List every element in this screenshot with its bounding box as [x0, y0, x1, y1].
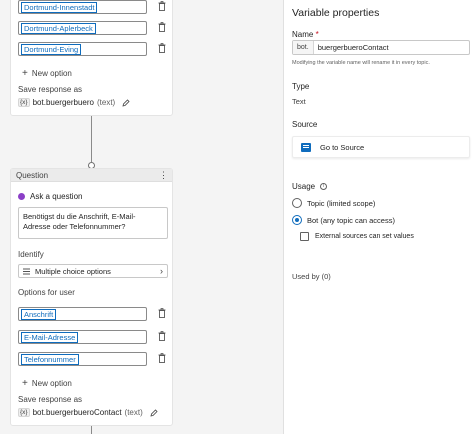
trash-icon[interactable]	[158, 43, 166, 53]
go-to-source-label: Go to Source	[320, 142, 365, 152]
option-row: Dortmund-Eving	[18, 42, 168, 56]
name-prefix: bot.	[293, 41, 314, 54]
trash-icon[interactable]	[158, 331, 166, 341]
trash-icon[interactable]	[158, 353, 166, 363]
connector-line	[91, 426, 92, 434]
usage-label-text: Usage	[292, 182, 316, 191]
radio-bot-label: Bot (any topic can access)	[307, 215, 395, 225]
source-icon	[301, 142, 311, 152]
question-node-header: Question ⋮	[11, 169, 172, 182]
multiple-choice-icon	[23, 268, 30, 274]
variable-reference[interactable]: {x} bot.buergerbuero (text)	[18, 98, 130, 107]
radio-button[interactable]	[292, 198, 302, 208]
new-option-button[interactable]: + New option	[22, 68, 72, 79]
trash-icon[interactable]	[158, 308, 166, 318]
trash-icon[interactable]	[158, 1, 166, 11]
question-node-previous: Dortmund-Innenstadt Dortmund-Aplerbeck D…	[10, 0, 173, 116]
new-option-label: New option	[31, 69, 72, 78]
identify-value: Multiple choice options	[35, 266, 111, 276]
node-title: Question	[16, 171, 49, 180]
pencil-icon[interactable]	[122, 98, 130, 107]
save-response-label: Save response as	[18, 395, 83, 404]
variable-properties-panel: Variable properties Name * bot. buergerb…	[283, 0, 474, 434]
option-row: Dortmund-Innenstadt	[18, 0, 168, 14]
ask-question-icon	[18, 193, 25, 200]
variable-type: (text)	[124, 408, 143, 417]
save-response-label: Save response as	[18, 85, 83, 94]
plus-icon: +	[22, 68, 28, 79]
radio-topic-label: Topic (limited scope)	[307, 198, 376, 208]
source-label: Source	[292, 120, 318, 129]
option-input[interactable]: E-Mail-Adresse	[18, 330, 147, 344]
usage-label: Usage i	[292, 182, 328, 191]
identify-selector[interactable]: Multiple choice options ›	[18, 264, 168, 278]
new-option-button[interactable]: + New option	[22, 378, 72, 389]
option-chip: Telefonnummer	[21, 354, 79, 365]
option-input[interactable]: Anschrift	[18, 307, 147, 321]
variable-name: bot.buergerbueroContact	[32, 408, 122, 417]
panel-title: Variable properties	[292, 7, 380, 19]
option-chip: Dortmund-Aplerbeck	[21, 23, 96, 34]
option-input[interactable]: Dortmund-Aplerbeck	[18, 21, 147, 35]
external-sources-checkbox-row[interactable]: External sources can set values	[300, 232, 414, 241]
option-chip: Anschrift	[21, 309, 57, 320]
option-chip: Dortmund-Eving	[21, 44, 82, 55]
connector-line	[91, 116, 92, 162]
trash-icon[interactable]	[158, 22, 166, 32]
question-node[interactable]: Question ⋮ Ask a question Benötigst du d…	[10, 168, 173, 426]
radio-bot-scope[interactable]: Bot (any topic can access)	[292, 215, 395, 225]
option-input[interactable]: Telefonnummer	[18, 352, 147, 366]
option-row: Anschrift	[18, 307, 168, 321]
variable-name: bot.buergerbuero	[32, 98, 94, 107]
type-label: Type	[292, 82, 310, 91]
variable-type: (text)	[96, 98, 116, 107]
identify-label: Identify	[18, 250, 44, 259]
go-to-source-button[interactable]: Go to Source	[292, 136, 470, 158]
pencil-icon[interactable]	[150, 408, 158, 417]
external-sources-checkbox[interactable]	[300, 232, 309, 241]
option-chip: Dortmund-Innenstadt	[21, 2, 98, 13]
name-label: Name *	[292, 30, 319, 39]
info-icon[interactable]: i	[320, 183, 328, 191]
option-input[interactable]: Dortmund-Eving	[18, 42, 147, 56]
variable-icon: {x}	[18, 98, 30, 107]
type-value: Text	[292, 97, 306, 106]
variable-reference[interactable]: {x} bot.buergerbueroContact (text)	[18, 408, 158, 417]
variable-name-field[interactable]: bot. buergerbueroContact	[292, 40, 470, 55]
used-by-label: Used by (0)	[292, 272, 331, 281]
authoring-canvas: Dortmund-Innenstadt Dortmund-Aplerbeck D…	[0, 0, 283, 434]
radio-topic-scope[interactable]: Topic (limited scope)	[292, 198, 375, 208]
options-for-user-label: Options for user	[18, 288, 75, 297]
ask-question-label: Ask a question	[30, 192, 83, 201]
option-row: Dortmund-Aplerbeck	[18, 21, 168, 35]
ask-question-row: Ask a question	[18, 192, 82, 201]
radio-button-selected[interactable]	[292, 215, 302, 225]
option-row: Telefonnummer	[18, 352, 168, 366]
name-hint: Modifying the variable name will rename …	[292, 60, 430, 66]
option-input[interactable]: Dortmund-Innenstadt	[18, 0, 147, 14]
name-label-text: Name	[292, 30, 314, 39]
option-chip: E-Mail-Adresse	[21, 332, 79, 343]
variable-icon: {x}	[18, 408, 30, 417]
required-mark: *	[315, 30, 319, 39]
external-sources-label: External sources can set values	[315, 233, 414, 240]
option-row: E-Mail-Adresse	[18, 330, 168, 344]
new-option-label: New option	[31, 379, 72, 388]
question-text-field[interactable]: Benötigst du die Anschrift, E-Mail-Adres…	[18, 207, 168, 239]
name-value: buergerbueroContact	[317, 43, 389, 52]
more-icon[interactable]: ⋮	[159, 170, 168, 181]
chevron-right-icon: ›	[160, 266, 163, 276]
plus-icon: +	[22, 378, 28, 389]
